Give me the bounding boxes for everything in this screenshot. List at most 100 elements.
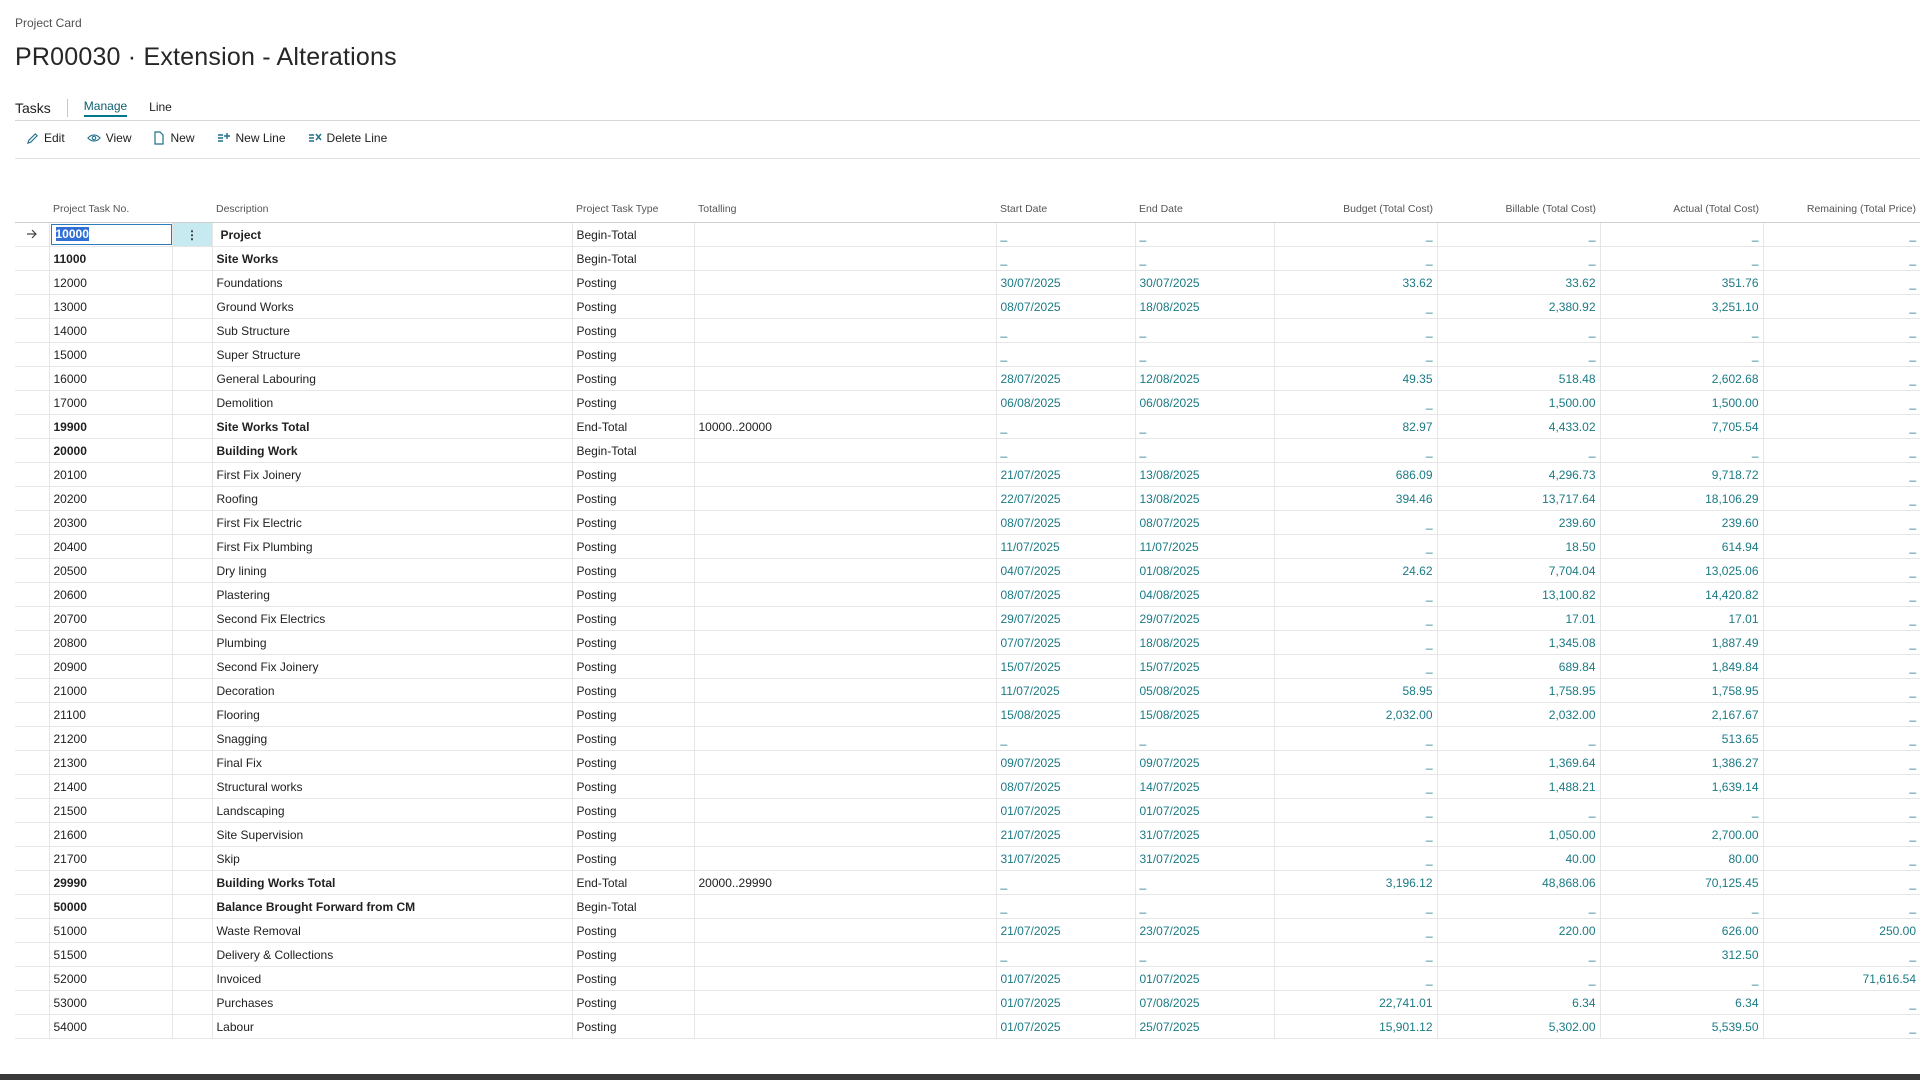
remaining-cell[interactable]: _ xyxy=(1762,438,1920,463)
remaining-cell[interactable]: _ xyxy=(1762,990,1920,1015)
end-date-cell[interactable]: 15/07/2025 xyxy=(1134,654,1274,679)
remaining-cell[interactable]: 71,616.54 xyxy=(1762,966,1920,991)
start-date-cell[interactable]: _ xyxy=(995,894,1135,919)
task-type-cell[interactable]: Posting xyxy=(571,630,694,655)
end-date-cell[interactable]: 13/08/2025 xyxy=(1134,462,1274,487)
table-row[interactable]: 13000 Ground Works Posting 08/07/2025 18/08/… xyxy=(15,294,1920,319)
start-date-cell[interactable]: 01/07/2025 xyxy=(995,990,1135,1015)
billable-cell[interactable]: 7,704.04 xyxy=(1436,558,1600,583)
totalling-cell[interactable] xyxy=(693,942,996,967)
table-row[interactable]: 21400 Structural works Posting 08/07/2025 14… xyxy=(15,774,1920,799)
budget-cell[interactable]: _ xyxy=(1273,246,1437,271)
start-date-cell[interactable]: 31/07/2025 xyxy=(995,846,1135,871)
task-no-cell[interactable]: 11000 xyxy=(48,246,172,271)
description-cell[interactable]: Decoration xyxy=(211,678,572,703)
header-end-date[interactable]: End Date xyxy=(1135,196,1274,223)
start-date-cell[interactable]: 08/07/2025 xyxy=(995,510,1135,535)
billable-cell[interactable]: _ xyxy=(1436,942,1600,967)
start-date-cell[interactable]: 01/07/2025 xyxy=(995,966,1135,991)
totalling-cell[interactable] xyxy=(693,462,996,487)
remaining-cell[interactable]: _ xyxy=(1762,582,1920,607)
task-type-cell[interactable]: Posting xyxy=(571,822,694,847)
start-date-cell[interactable]: 08/07/2025 xyxy=(995,774,1135,799)
table-row[interactable]: 16000 General Labouring Posting 28/07/2025 1… xyxy=(15,366,1920,391)
end-date-cell[interactable]: 06/08/2025 xyxy=(1134,390,1274,415)
budget-cell[interactable]: 33.62 xyxy=(1273,270,1437,295)
task-type-cell[interactable]: Posting xyxy=(571,990,694,1015)
actual-cell[interactable]: 2,602.68 xyxy=(1599,366,1763,391)
actual-cell[interactable]: 239.60 xyxy=(1599,510,1763,535)
description-cell[interactable]: Sub Structure xyxy=(211,318,572,343)
description-cell[interactable]: Balance Brought Forward from CM xyxy=(211,894,572,919)
end-date-cell[interactable]: _ xyxy=(1134,222,1274,247)
end-date-cell[interactable]: 12/08/2025 xyxy=(1134,366,1274,391)
actual-cell[interactable]: 13,025.06 xyxy=(1599,558,1763,583)
table-row[interactable]: 19900 Site Works Total End-Total 10000..200… xyxy=(15,414,1920,439)
end-date-cell[interactable]: _ xyxy=(1134,726,1274,751)
task-type-cell[interactable]: Posting xyxy=(571,558,694,583)
totalling-cell[interactable] xyxy=(693,894,996,919)
header-actual[interactable]: Actual (Total Cost) xyxy=(1600,196,1763,223)
task-type-cell[interactable]: Posting xyxy=(571,726,694,751)
table-row[interactable]: 11000 Site Works Begin-Total _ _ _ _ _ _ xyxy=(15,246,1920,271)
budget-cell[interactable]: _ xyxy=(1273,918,1437,943)
task-type-cell[interactable]: Posting xyxy=(571,270,694,295)
table-row[interactable]: 21200 Snagging Posting _ _ _ _ 513.65 _ xyxy=(15,726,1920,751)
actual-cell[interactable]: 14,420.82 xyxy=(1599,582,1763,607)
description-cell[interactable]: Site Works Total xyxy=(211,414,572,439)
end-date-cell[interactable]: _ xyxy=(1134,942,1274,967)
start-date-cell[interactable]: 01/07/2025 xyxy=(995,798,1135,823)
remaining-cell[interactable]: _ xyxy=(1762,462,1920,487)
budget-cell[interactable]: 2,032.00 xyxy=(1273,702,1437,727)
totalling-cell[interactable] xyxy=(693,438,996,463)
totalling-cell[interactable] xyxy=(693,918,996,943)
task-no-cell[interactable]: 16000 xyxy=(48,366,172,391)
start-date-cell[interactable]: 08/07/2025 xyxy=(995,582,1135,607)
end-date-cell[interactable]: _ xyxy=(1134,342,1274,367)
task-no-cell[interactable]: 20100 xyxy=(48,462,172,487)
billable-cell[interactable]: 2,380.92 xyxy=(1436,294,1600,319)
end-date-cell[interactable]: 09/07/2025 xyxy=(1134,750,1274,775)
table-row[interactable]: 15000 Super Structure Posting _ _ _ _ _ _ xyxy=(15,342,1920,367)
description-cell[interactable]: Delivery & Collections xyxy=(211,942,572,967)
actual-cell[interactable]: 1,758.95 xyxy=(1599,678,1763,703)
task-type-cell[interactable]: Posting xyxy=(571,606,694,631)
description-cell[interactable]: Dry lining xyxy=(211,558,572,583)
actual-cell[interactable]: _ xyxy=(1599,966,1763,991)
actual-cell[interactable]: 80.00 xyxy=(1599,846,1763,871)
budget-cell[interactable]: _ xyxy=(1273,654,1437,679)
billable-cell[interactable]: 518.48 xyxy=(1436,366,1600,391)
billable-cell[interactable]: _ xyxy=(1436,798,1600,823)
table-row[interactable]: 20700 Second Fix Electrics Posting 29/07/20… xyxy=(15,606,1920,631)
totalling-cell[interactable] xyxy=(693,678,996,703)
table-row[interactable]: 52000 Invoiced Posting 01/07/2025 01/07/2025… xyxy=(15,966,1920,991)
task-type-cell[interactable]: Posting xyxy=(571,702,694,727)
remaining-cell[interactable]: _ xyxy=(1762,846,1920,871)
task-no-cell[interactable]: 15000 xyxy=(48,342,172,367)
task-no-cell[interactable]: 21200 xyxy=(48,726,172,751)
task-no-cell[interactable]: 19900 xyxy=(48,414,172,439)
billable-cell[interactable]: 220.00 xyxy=(1436,918,1600,943)
start-date-cell[interactable]: 29/07/2025 xyxy=(995,606,1135,631)
task-type-cell[interactable]: Posting xyxy=(571,678,694,703)
table-row[interactable]: 20500 Dry lining Posting 04/07/2025 01/08/20… xyxy=(15,558,1920,583)
billable-cell[interactable]: 5,302.00 xyxy=(1436,1014,1600,1039)
end-date-cell[interactable]: 29/07/2025 xyxy=(1134,606,1274,631)
tab-manage[interactable]: Manage xyxy=(83,99,128,117)
remaining-cell[interactable]: _ xyxy=(1762,270,1920,295)
task-no-input[interactable]: 10000 xyxy=(50,224,172,245)
totalling-cell[interactable] xyxy=(693,366,996,391)
description-cell[interactable]: Labour xyxy=(211,1014,572,1039)
billable-cell[interactable]: _ xyxy=(1436,246,1600,271)
actual-cell[interactable]: 9,718.72 xyxy=(1599,462,1763,487)
header-budget[interactable]: Budget (Total Cost) xyxy=(1274,196,1437,223)
task-no-cell[interactable]: 53000 xyxy=(48,990,172,1015)
end-date-cell[interactable]: 11/07/2025 xyxy=(1134,534,1274,559)
remaining-cell[interactable]: _ xyxy=(1762,342,1920,367)
billable-cell[interactable]: 1,050.00 xyxy=(1436,822,1600,847)
billable-cell[interactable]: 1,758.95 xyxy=(1436,678,1600,703)
budget-cell[interactable]: _ xyxy=(1273,822,1437,847)
task-no-cell[interactable]: 51500 xyxy=(48,942,172,967)
table-row[interactable]: 54000 Labour Posting 01/07/2025 25/07/2025 15… xyxy=(15,1014,1920,1039)
actual-cell[interactable]: 18,106.29 xyxy=(1599,486,1763,511)
